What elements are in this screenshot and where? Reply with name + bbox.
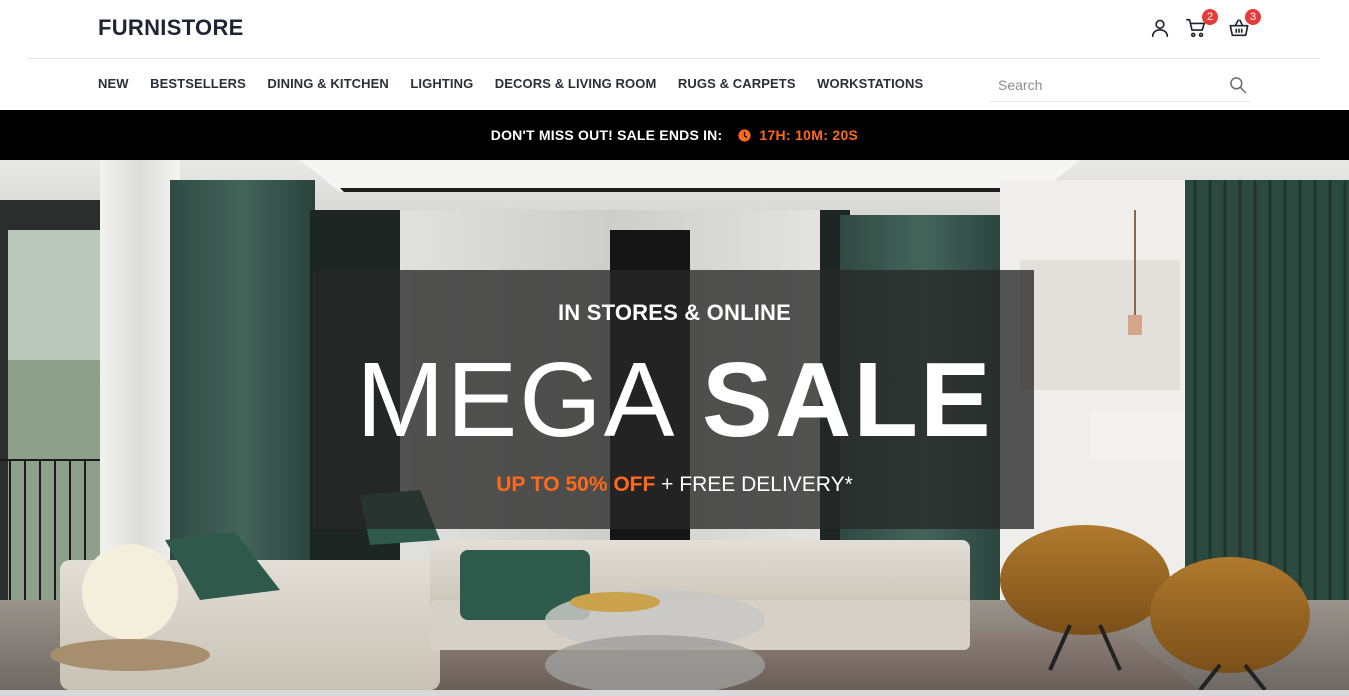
hero-title-bold: SALE bbox=[702, 341, 993, 459]
nav-item-rugs-carpets[interactable]: RUGS & CARPETS bbox=[678, 76, 796, 91]
search-box bbox=[990, 70, 1250, 102]
promo-bar: DON'T MISS OUT! SALE ENDS IN: 17H: 10M: … bbox=[0, 110, 1349, 160]
search-icon[interactable] bbox=[1228, 75, 1248, 95]
nav-item-bestsellers[interactable]: BESTSELLERS bbox=[150, 76, 246, 91]
top-header: FURNISTORE 2 3 bbox=[0, 0, 1349, 59]
search-input[interactable] bbox=[998, 74, 1218, 96]
sale-countdown: 17H: 10M: 20S bbox=[759, 127, 859, 143]
user-icon bbox=[1151, 19, 1169, 38]
hero-offer: UP TO 50% OFF + FREE DELIVERY* bbox=[0, 473, 1349, 497]
cart-count-badge: 2 bbox=[1202, 9, 1218, 25]
hero-title-light: MEGA bbox=[356, 341, 671, 459]
offer-delivery: + FREE DELIVERY* bbox=[661, 473, 853, 496]
promo-content: DON'T MISS OUT! SALE ENDS IN: 17H: 10M: … bbox=[0, 110, 1349, 160]
offer-highlight: UP TO 50% OFF bbox=[496, 473, 656, 496]
basket-button[interactable]: 3 bbox=[1228, 9, 1261, 41]
nav-item-decors-living-room[interactable]: DECORS & LIVING ROOM bbox=[495, 76, 657, 91]
nav-item-workstations[interactable]: WORKSTATIONS bbox=[817, 76, 923, 91]
main-nav: NEW BESTSELLERS DINING & KITCHEN LIGHTIN… bbox=[0, 59, 1349, 110]
nav-item-lighting[interactable]: LIGHTING bbox=[410, 76, 473, 91]
account-button[interactable] bbox=[1149, 17, 1173, 41]
basket-count-badge: 3 bbox=[1245, 9, 1261, 25]
promo-text: DON'T MISS OUT! SALE ENDS IN: bbox=[490, 127, 723, 143]
header-icons: 2 3 bbox=[1149, 9, 1261, 41]
cart-button[interactable]: 2 bbox=[1185, 9, 1218, 41]
nav-item-dining-kitchen[interactable]: DINING & KITCHEN bbox=[267, 76, 389, 91]
nav-menu: NEW BESTSELLERS DINING & KITCHEN LIGHTIN… bbox=[98, 76, 945, 91]
hero-banner[interactable]: IN STORES & ONLINE MEGA SALE UP TO 50% O… bbox=[0, 160, 1349, 690]
hero-subtitle: IN STORES & ONLINE bbox=[558, 300, 791, 325]
clock-icon bbox=[738, 128, 751, 142]
nav-item-new[interactable]: NEW bbox=[98, 76, 129, 91]
hero-title: MEGA SALE bbox=[0, 340, 1349, 460]
store-logo[interactable]: FURNISTORE bbox=[98, 15, 244, 41]
page-bottom-edge bbox=[0, 690, 1349, 696]
